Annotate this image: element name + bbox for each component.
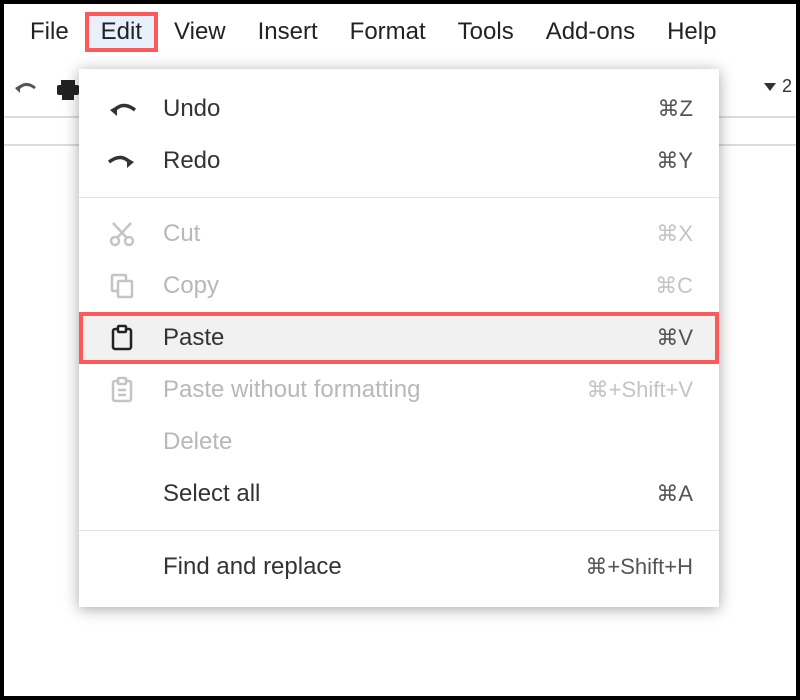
- menubar-item-tools[interactable]: Tools: [442, 12, 530, 52]
- redo-icon: [105, 147, 139, 175]
- menu-item-delete[interactable]: Delete: [79, 416, 719, 468]
- toolbar-right-text: 2: [764, 76, 796, 97]
- menubar-item-help[interactable]: Help: [651, 12, 732, 52]
- menu-label: Cut: [163, 220, 632, 248]
- menu-item-find-replace[interactable]: Find and replace ⌘+Shift+H: [79, 541, 719, 593]
- menu-shortcut: ⌘Z: [658, 96, 693, 122]
- menu-label: Redo: [163, 147, 632, 175]
- blank-icon: [105, 553, 139, 581]
- menu-separator: [79, 530, 719, 531]
- dropdown-caret-icon: [764, 83, 776, 91]
- menu-shortcut: ⌘+Shift+V: [587, 377, 693, 403]
- menu-shortcut: ⌘+Shift+H: [585, 554, 693, 580]
- menubar: File Edit View Insert Format Tools Add-o…: [4, 4, 796, 64]
- menu-shortcut: ⌘V: [656, 325, 693, 351]
- menu-item-undo[interactable]: Undo ⌘Z: [79, 83, 719, 135]
- menubar-item-format[interactable]: Format: [334, 12, 442, 52]
- zoom-value: 2: [782, 76, 792, 96]
- menu-label: Delete: [163, 428, 669, 456]
- menu-item-paste[interactable]: Paste ⌘V: [79, 312, 719, 364]
- menu-item-copy[interactable]: Copy ⌘C: [79, 260, 719, 312]
- menubar-item-file[interactable]: File: [14, 12, 85, 52]
- menu-shortcut: ⌘C: [655, 273, 693, 299]
- cut-icon: [105, 220, 139, 248]
- menu-shortcut: ⌘Y: [656, 148, 693, 174]
- menu-label: Undo: [163, 95, 634, 123]
- menubar-item-addons[interactable]: Add-ons: [530, 12, 651, 52]
- menubar-item-view[interactable]: View: [158, 12, 242, 52]
- undo-icon: [105, 95, 139, 123]
- print-icon[interactable]: [54, 76, 82, 104]
- menu-label: Paste: [163, 324, 632, 352]
- menu-item-cut[interactable]: Cut ⌘X: [79, 208, 719, 260]
- menu-item-redo[interactable]: Redo ⌘Y: [79, 135, 719, 187]
- paste-no-format-icon: [105, 376, 139, 404]
- menubar-item-edit[interactable]: Edit: [85, 12, 158, 52]
- paste-icon: [105, 324, 139, 352]
- menu-separator: [79, 197, 719, 198]
- copy-icon: [105, 272, 139, 300]
- undo-icon[interactable]: [12, 76, 40, 104]
- menu-label: Select all: [163, 480, 632, 508]
- menu-label: Copy: [163, 272, 631, 300]
- menu-item-paste-no-format[interactable]: Paste without formatting ⌘+Shift+V: [79, 364, 719, 416]
- edit-dropdown: Undo ⌘Z Redo ⌘Y Cut ⌘X Copy ⌘C: [79, 69, 719, 607]
- menubar-item-insert[interactable]: Insert: [242, 12, 334, 52]
- menu-label: Find and replace: [163, 553, 561, 581]
- blank-icon: [105, 428, 139, 456]
- menu-item-select-all[interactable]: Select all ⌘A: [79, 468, 719, 520]
- blank-icon: [105, 480, 139, 508]
- menu-shortcut: ⌘X: [656, 221, 693, 247]
- menu-shortcut: ⌘A: [656, 481, 693, 507]
- menu-label: Paste without formatting: [163, 376, 563, 404]
